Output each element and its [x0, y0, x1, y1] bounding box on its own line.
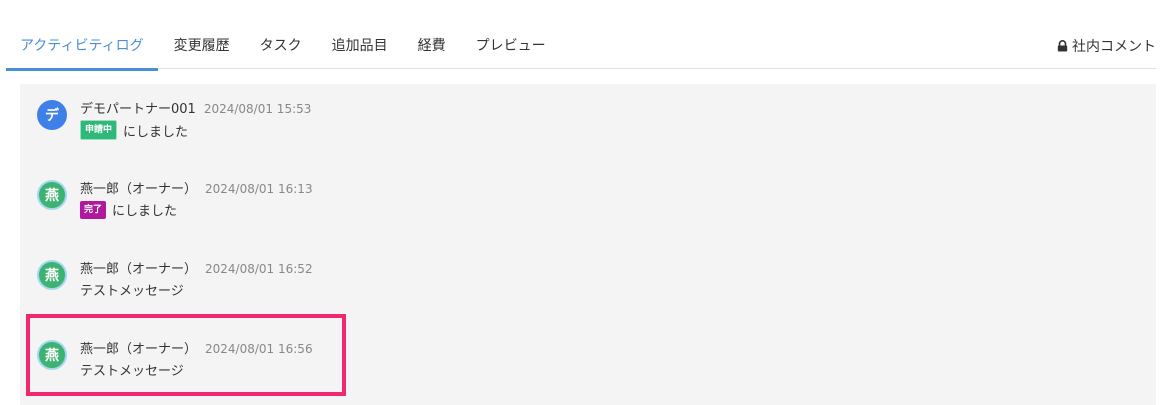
tab-bar: アクティビティログ 変更履歴 タスク 追加品目 経費 プレビュー 社内コメント [6, 28, 1156, 71]
tab-tasks[interactable]: タスク [260, 36, 302, 68]
entry-meta: 燕一郎（オーナー） 2024/08/01 16:52 [80, 258, 313, 277]
entry-author: デモパートナー001 [80, 102, 196, 117]
entry-timestamp: 2024/08/01 15:53 [203, 102, 312, 116]
entry-content: テストメッセージ [80, 280, 184, 299]
activity-entry: デ デモパートナー001 2024/08/01 15:53 申請中 にしました [20, 84, 1156, 164]
entry-content: 完了 にしました [80, 200, 177, 219]
entry-text: にしました [123, 124, 189, 140]
tab-change-history[interactable]: 変更履歴 [174, 36, 230, 68]
entry-meta: 燕一郎（オーナー） 2024/08/01 16:56 [80, 338, 313, 357]
status-badge: 完了 [80, 200, 107, 219]
avatar: 燕 [37, 260, 67, 290]
entry-author: 燕一郎（オーナー） [80, 182, 198, 197]
entry-author: 燕一郎（オーナー） [80, 342, 198, 357]
avatar: 燕 [37, 340, 67, 370]
tab-preview[interactable]: プレビュー [476, 36, 546, 68]
internal-comment-toggle[interactable]: 社内コメント [1057, 36, 1156, 56]
tab-activity-log[interactable]: アクティビティログ [6, 36, 158, 71]
activity-entry: 燕 燕一郎（オーナー） 2024/08/01 16:56 テストメッセージ [20, 324, 1156, 404]
entry-timestamp: 2024/08/01 16:56 [205, 342, 313, 356]
entry-meta: デモパートナー001 2024/08/01 15:53 [80, 98, 311, 117]
internal-comment-label: 社内コメント [1072, 39, 1156, 55]
avatar: 燕 [37, 180, 67, 210]
status-badge: 申請中 [80, 120, 118, 140]
entry-timestamp: 2024/08/01 16:52 [205, 262, 313, 276]
entry-text: テストメッセージ [80, 364, 184, 379]
entry-meta: 燕一郎（オーナー） 2024/08/01 16:13 [80, 178, 313, 197]
entry-content: テストメッセージ [80, 360, 184, 379]
tab-list: アクティビティログ 変更履歴 タスク 追加品目 経費 プレビュー [6, 36, 576, 71]
activity-entry: 燕 燕一郎（オーナー） 2024/08/01 16:52 テストメッセージ [20, 244, 1156, 324]
entry-author: 燕一郎（オーナー） [80, 262, 198, 277]
tab-expenses[interactable]: 経費 [418, 36, 446, 68]
entry-text: にしました [112, 204, 178, 219]
tab-additional-items[interactable]: 追加品目 [332, 36, 388, 68]
activity-feed: デ デモパートナー001 2024/08/01 15:53 申請中 にしました 燕… [20, 84, 1156, 405]
lock-icon [1057, 40, 1068, 52]
entry-content: 申請中 にしました [80, 120, 188, 140]
avatar: デ [37, 100, 67, 130]
activity-entry: 燕 燕一郎（オーナー） 2024/08/01 16:13 完了 にしました [20, 164, 1156, 244]
entry-timestamp: 2024/08/01 16:13 [205, 182, 313, 196]
entry-text: テストメッセージ [80, 284, 184, 299]
